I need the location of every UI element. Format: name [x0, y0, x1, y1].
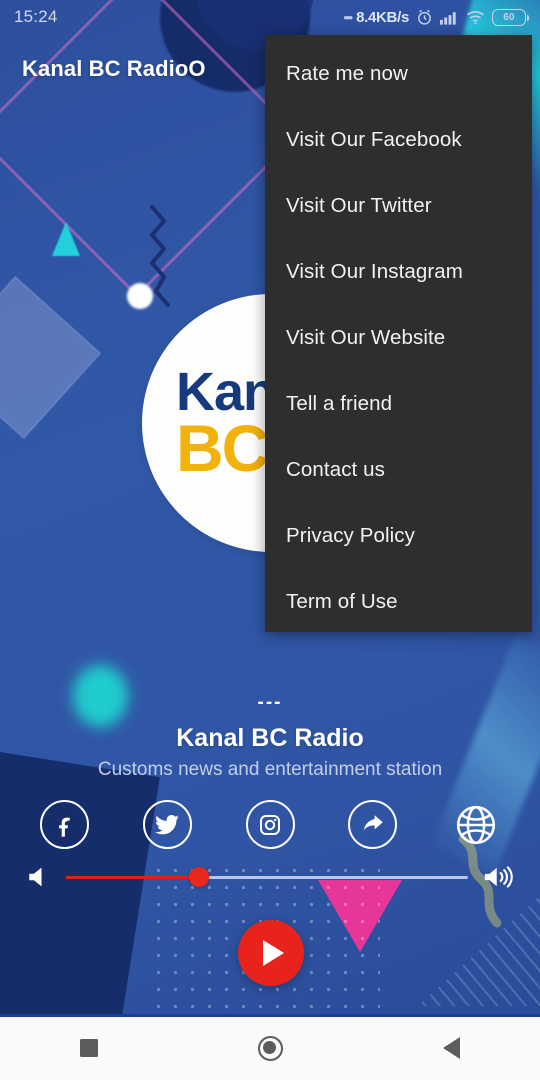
- now-playing-title: Kanal BC Radio: [176, 724, 364, 752]
- now-playing-subtitle: Customs news and entertainment station: [97, 759, 443, 780]
- back-triangle-icon[interactable]: [443, 1037, 460, 1059]
- pink-diamond-outline-decoration: [0, 0, 300, 298]
- volume-slider[interactable]: [66, 864, 468, 890]
- recents-square-icon[interactable]: [80, 1039, 98, 1057]
- social-links-row: [0, 800, 540, 849]
- navy-zigzag-decoration: [149, 205, 170, 307]
- battery-indicator: 60: [492, 8, 529, 26]
- menu-item-tell-a-friend[interactable]: Tell a friend: [265, 371, 532, 437]
- home-circle-icon[interactable]: [258, 1035, 283, 1061]
- page-title: Kanal BC RadioO: [22, 56, 206, 81]
- menu-item-term-of-use[interactable]: Term of Use: [265, 569, 532, 635]
- website-globe-icon: [456, 805, 495, 844]
- twitter-icon: [155, 814, 180, 834]
- volume-slider-fill: [66, 875, 199, 879]
- now-playing-dashes: ---: [257, 692, 283, 713]
- overflow-menu[interactable]: Rate me now Visit Our Facebook Visit Our…: [265, 35, 532, 632]
- instagram-icon: [260, 814, 280, 835]
- status-bar: 15:24 ••• 8.4KB/s 60: [0, 0, 540, 34]
- volume-mute-icon[interactable]: [24, 863, 52, 891]
- play-button[interactable]: [238, 920, 304, 986]
- menu-item-visit-our-website[interactable]: Visit Our Website: [265, 305, 532, 371]
- volume-control-row[interactable]: [0, 857, 540, 897]
- logo-line-1: Kan: [176, 361, 276, 422]
- cyan-triangle-decoration: [52, 222, 80, 256]
- status-dots-icon: •••: [343, 9, 353, 25]
- status-bar-time: 15:24: [14, 7, 58, 26]
- menu-item-rate-me-now[interactable]: Rate me now: [265, 41, 532, 107]
- app-screen: 15:24 ••• 8.4KB/s 60 Kanal BC RadioO Kan…: [0, 0, 540, 1016]
- menu-item-visit-our-facebook[interactable]: Visit Our Facebook: [265, 107, 532, 173]
- white-dot-decoration: [127, 283, 153, 309]
- navbar-top-divider: [0, 1014, 540, 1017]
- facebook-button[interactable]: [40, 800, 89, 849]
- menu-item-privacy-policy[interactable]: Privacy Policy: [265, 503, 532, 569]
- instagram-button[interactable]: [245, 800, 295, 849]
- android-navigation-bar: [0, 1016, 540, 1080]
- cellular-signal-icon: [440, 11, 456, 25]
- share-icon: [363, 814, 383, 830]
- play-icon: [263, 940, 284, 966]
- wifi-icon: [467, 10, 484, 24]
- menu-item-visit-our-instagram[interactable]: Visit Our Instagram: [265, 239, 532, 305]
- share-button[interactable]: [348, 800, 398, 849]
- now-playing-block: --- Kanal BC Radio Customs news and ente…: [0, 692, 540, 781]
- status-bar-icons: ••• 8.4KB/s 60: [343, 8, 529, 26]
- network-speed-label: 8.4KB/s: [356, 8, 409, 26]
- hatch-lines-decoration: [417, 896, 540, 1006]
- menu-item-contact-us[interactable]: Contact us: [265, 437, 532, 503]
- menu-item-visit-our-twitter[interactable]: Visit Our Twitter: [265, 173, 532, 239]
- volume-up-icon[interactable]: [482, 862, 516, 892]
- alarm-clock-icon: [418, 9, 431, 25]
- volume-slider-thumb[interactable]: [188, 867, 209, 887]
- facebook-icon: [58, 817, 70, 837]
- translucent-square-decoration: [0, 276, 101, 439]
- website-button[interactable]: [451, 800, 500, 849]
- twitter-button[interactable]: [142, 800, 192, 849]
- logo-line-2: BC: [176, 411, 269, 486]
